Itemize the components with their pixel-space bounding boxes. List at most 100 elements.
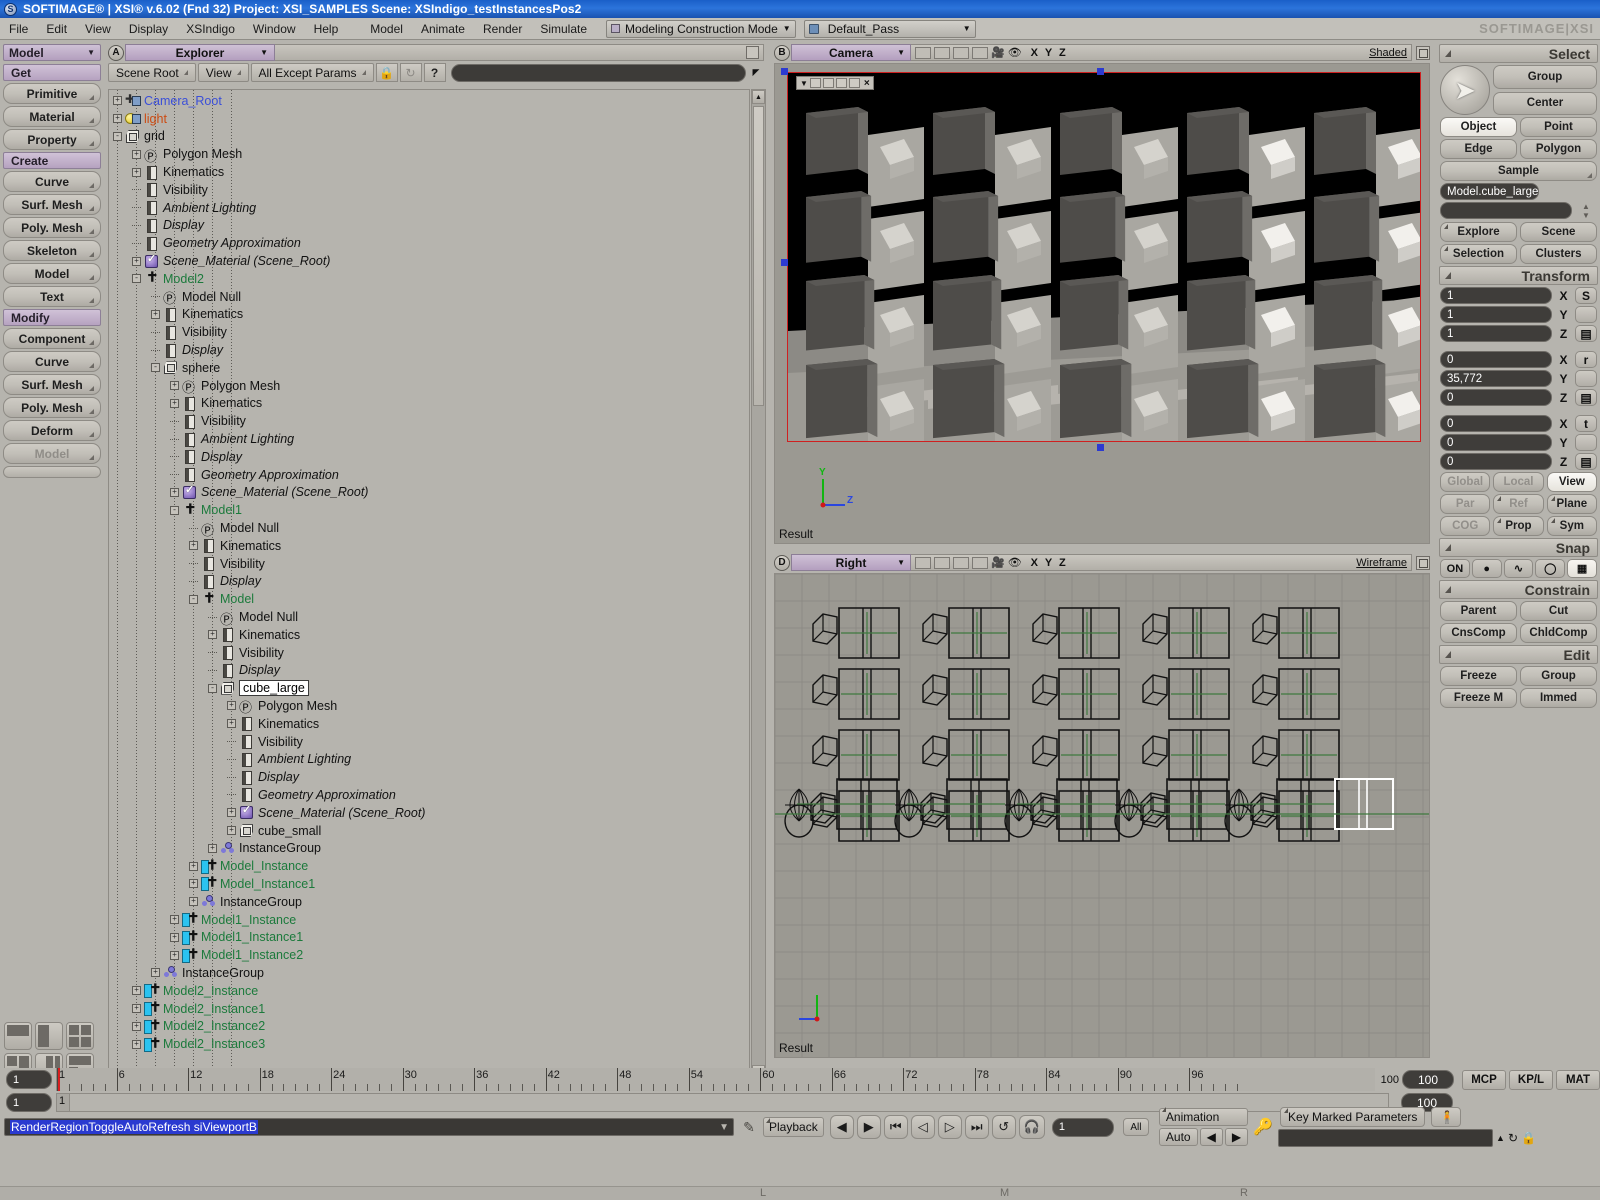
select-tool-icon[interactable]: ➤: [1440, 65, 1490, 115]
tree-node-label[interactable]: Model1: [201, 503, 242, 517]
tree-node-label[interactable]: Model: [220, 592, 254, 606]
expand-icon[interactable]: +: [170, 488, 179, 497]
menu-xsindigo[interactable]: XSIndigo: [177, 20, 244, 38]
loop-icon[interactable]: ↺: [992, 1115, 1016, 1139]
explorer-search-expand-icon[interactable]: ◤: [748, 64, 764, 82]
viewport-d-display-mode[interactable]: Wireframe: [1356, 557, 1407, 569]
scripting-history-icon[interactable]: ✎: [738, 1117, 760, 1137]
tree-node-label[interactable]: cube_large: [239, 680, 309, 696]
tree-node-label[interactable]: Kinematics: [239, 628, 300, 642]
vp-toggle-2[interactable]: [934, 47, 950, 59]
tree-node-label[interactable]: Display: [182, 343, 223, 357]
viewport-b-letter[interactable]: B: [774, 45, 790, 61]
expand-icon[interactable]: +: [227, 701, 236, 710]
tree-row[interactable]: +Polygon Mesh: [109, 697, 749, 715]
lp-button-curve[interactable]: Curve: [3, 171, 101, 192]
translate-y-field[interactable]: 0: [1440, 434, 1552, 451]
expand-icon[interactable]: +: [170, 381, 179, 390]
lp-button-component[interactable]: Component: [3, 328, 101, 349]
tree-node-label[interactable]: Kinematics: [163, 165, 224, 179]
tree-node-label[interactable]: Camera_Root: [144, 94, 222, 108]
tree-row[interactable]: Visibility: [109, 323, 749, 341]
viewport-d-maximize-button[interactable]: [1416, 556, 1430, 570]
ref-ref-button[interactable]: Ref: [1493, 494, 1543, 514]
eye-visibility-icon[interactable]: 👁: [1008, 46, 1022, 59]
render-region-handle-tm[interactable]: [1097, 68, 1104, 75]
tree-node-label[interactable]: Geometry Approximation: [163, 236, 301, 250]
tree-row[interactable]: +Polygon Mesh: [109, 145, 749, 163]
menu-model[interactable]: Model: [361, 20, 412, 38]
edit-immed-button[interactable]: Immed: [1520, 688, 1597, 708]
render-region-btn-4[interactable]: [849, 78, 860, 88]
expand-icon[interactable]: +: [132, 150, 141, 159]
lp-button-surf-mesh[interactable]: Surf. Mesh: [3, 194, 101, 215]
tree-row[interactable]: Display: [109, 217, 749, 235]
tree-node-label[interactable]: Ambient Lighting: [163, 201, 256, 215]
expand-icon[interactable]: +: [151, 310, 160, 319]
translate-x-field[interactable]: 0: [1440, 415, 1552, 432]
tree-row[interactable]: - cube_large: [109, 679, 749, 697]
pivot-cog-button[interactable]: COG: [1440, 516, 1490, 536]
collapse-icon[interactable]: -: [208, 684, 217, 693]
lp-button-model[interactable]: Model: [3, 263, 101, 284]
tree-node-label[interactable]: Model2_Instance3: [163, 1037, 265, 1051]
tree-node-label[interactable]: Model_Instance: [220, 859, 308, 873]
tree-node-label[interactable]: Polygon Mesh: [201, 379, 280, 393]
pivot-sym-button[interactable]: Sym: [1547, 516, 1597, 536]
select-center-button[interactable]: Center: [1493, 92, 1597, 116]
expand-icon[interactable]: +: [227, 826, 236, 835]
mcp-transform-title[interactable]: Transform: [1439, 266, 1598, 285]
left-panel-header[interactable]: Model ▼: [3, 44, 101, 61]
lock-icon[interactable]: 🔒: [1521, 1131, 1536, 1145]
transport-all-button[interactable]: All: [1123, 1118, 1149, 1136]
tree-row[interactable]: Display: [109, 573, 749, 591]
tree-node-label[interactable]: Model Null: [239, 610, 298, 624]
expand-icon[interactable]: +: [132, 1004, 141, 1013]
menu-display[interactable]: Display: [120, 20, 177, 38]
constrain-parent-button[interactable]: Parent: [1440, 601, 1517, 621]
tree-node-label[interactable]: grid: [144, 129, 165, 143]
select-object-button[interactable]: Object: [1440, 117, 1517, 137]
tree-node-label[interactable]: Geometry Approximation: [201, 468, 339, 482]
expand-icon[interactable]: +: [132, 986, 141, 995]
tree-row[interactable]: +Kinematics: [109, 537, 749, 555]
explorer-view-button[interactable]: View: [198, 63, 249, 82]
select-edge-button[interactable]: Edge: [1440, 139, 1517, 159]
tree-node-label[interactable]: Visibility: [201, 414, 246, 428]
tree-node-label[interactable]: Model1_Instance1: [201, 930, 303, 944]
tree-node-label[interactable]: Visibility: [182, 325, 227, 339]
render-region-btn-1[interactable]: [810, 78, 821, 88]
tree-node-label[interactable]: Display: [163, 218, 204, 232]
vp-toggle-3[interactable]: [953, 47, 969, 59]
auto-key-button[interactable]: Auto: [1159, 1128, 1198, 1146]
camera-icon[interactable]: 🎥: [991, 556, 1005, 569]
tree-node-label[interactable]: Model2_Instance1: [163, 1002, 265, 1016]
scroll-up-button[interactable]: ▲: [752, 90, 765, 104]
render-region-handle-bm[interactable]: [1097, 444, 1104, 451]
menu-animate[interactable]: Animate: [412, 20, 474, 38]
mcp-edit-title[interactable]: Edit: [1439, 645, 1598, 664]
tree-node-label[interactable]: Visibility: [258, 735, 303, 749]
scale-x-field[interactable]: 1: [1440, 287, 1552, 304]
jump-start-icon[interactable]: ⏮: [884, 1115, 908, 1139]
tree-row[interactable]: +Model2_Instance3: [109, 1035, 749, 1053]
tree-row[interactable]: +Model2_Instance2: [109, 1017, 749, 1035]
expand-icon[interactable]: +: [170, 951, 179, 960]
render-region-btn-2[interactable]: [823, 78, 834, 88]
tree-row[interactable]: +Kinematics: [109, 306, 749, 324]
menu-edit[interactable]: Edit: [37, 20, 76, 38]
lp-button-modify-surf-mesh[interactable]: Surf. Mesh: [3, 374, 101, 395]
key-prev-icon[interactable]: ◀: [1200, 1128, 1223, 1146]
vp-toggle-4[interactable]: [972, 47, 988, 59]
tree-node-label[interactable]: Model2: [163, 272, 204, 286]
tree-node-label[interactable]: Model Null: [182, 290, 241, 304]
viewport-d-letter[interactable]: D: [774, 555, 790, 571]
key-next-icon[interactable]: ▶: [1225, 1128, 1248, 1146]
tree-row[interactable]: Ambient Lighting: [109, 199, 749, 217]
explorer-scrollbar[interactable]: ▲ ▼: [751, 89, 766, 1080]
tree-row[interactable]: +Model1_Instance2: [109, 946, 749, 964]
tree-row[interactable]: Display: [109, 341, 749, 359]
tree-row[interactable]: + Model2_Instance1: [109, 1000, 749, 1018]
explorer-scope-button[interactable]: Scene Root: [108, 63, 196, 82]
tree-row[interactable]: -Model1: [109, 501, 749, 519]
